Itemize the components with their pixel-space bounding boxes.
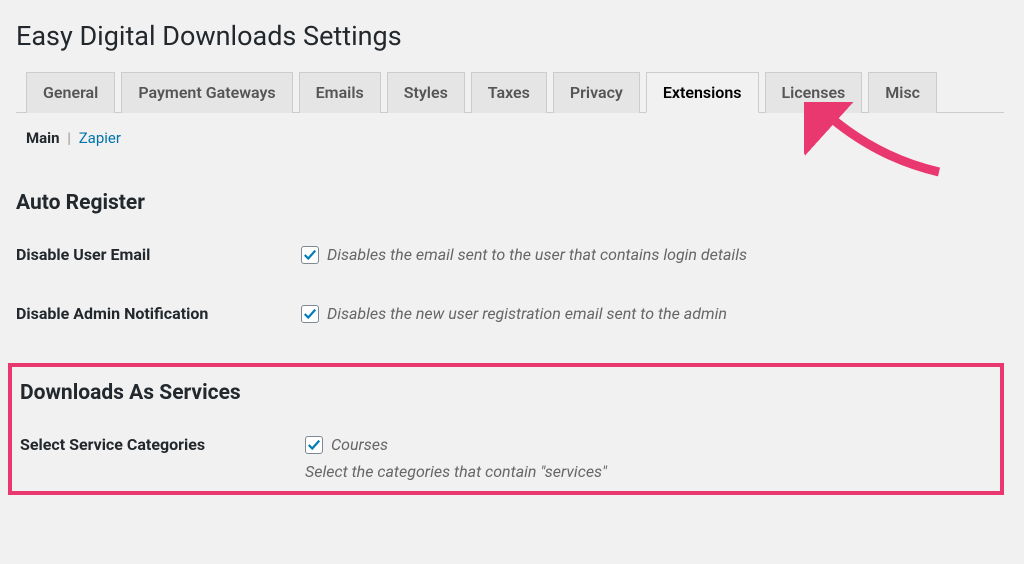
setting-label: Select Service Categories	[20, 435, 305, 454]
settings-tabs: General Payment Gateways Emails Styles T…	[16, 72, 1004, 113]
setting-disable-admin-notification: Disable Admin Notification Disables the …	[16, 304, 1004, 323]
help-text: Select the categories that contain "serv…	[305, 462, 986, 481]
check-icon	[303, 248, 317, 262]
setting-label: Disable User Email	[16, 245, 301, 264]
subtab-main[interactable]: Main	[26, 129, 60, 147]
section-auto-register: Auto Register Disable User Email Disable…	[16, 191, 1004, 323]
setting-select-service-categories: Select Service Categories Courses Select…	[20, 435, 986, 481]
section-title-auto-register: Auto Register	[16, 191, 1004, 215]
tab-misc[interactable]: Misc	[868, 72, 937, 113]
section-title-downloads-as-services: Downloads As Services	[20, 381, 986, 405]
setting-description: Disables the new user registration email…	[327, 304, 727, 323]
tab-privacy[interactable]: Privacy	[553, 72, 640, 113]
subtab-zapier[interactable]: Zapier	[79, 129, 121, 147]
tab-payment-gateways[interactable]: Payment Gateways	[121, 72, 292, 113]
setting-label: Disable Admin Notification	[16, 304, 301, 323]
highlight-downloads-as-services: Downloads As Services Select Service Cat…	[8, 363, 1004, 495]
tab-general[interactable]: General	[26, 72, 115, 113]
checkbox-disable-admin-notification[interactable]	[301, 305, 319, 323]
tab-extensions[interactable]: Extensions	[646, 72, 759, 113]
tab-taxes[interactable]: Taxes	[471, 72, 547, 113]
tab-licenses[interactable]: Licenses	[765, 72, 863, 113]
tab-emails[interactable]: Emails	[299, 72, 381, 113]
setting-description: Disables the email sent to the user that…	[327, 245, 747, 264]
tab-styles[interactable]: Styles	[387, 72, 465, 113]
subtabs: Main | Zapier	[16, 125, 1004, 167]
check-icon	[307, 438, 321, 452]
subtab-separator: |	[67, 129, 71, 147]
check-icon	[303, 307, 317, 321]
checkbox-courses[interactable]	[305, 436, 323, 454]
setting-disable-user-email: Disable User Email Disables the email se…	[16, 245, 1004, 264]
option-label-courses: Courses	[331, 435, 388, 454]
checkbox-disable-user-email[interactable]	[301, 246, 319, 264]
page-title: Easy Digital Downloads Settings	[16, 20, 1004, 52]
